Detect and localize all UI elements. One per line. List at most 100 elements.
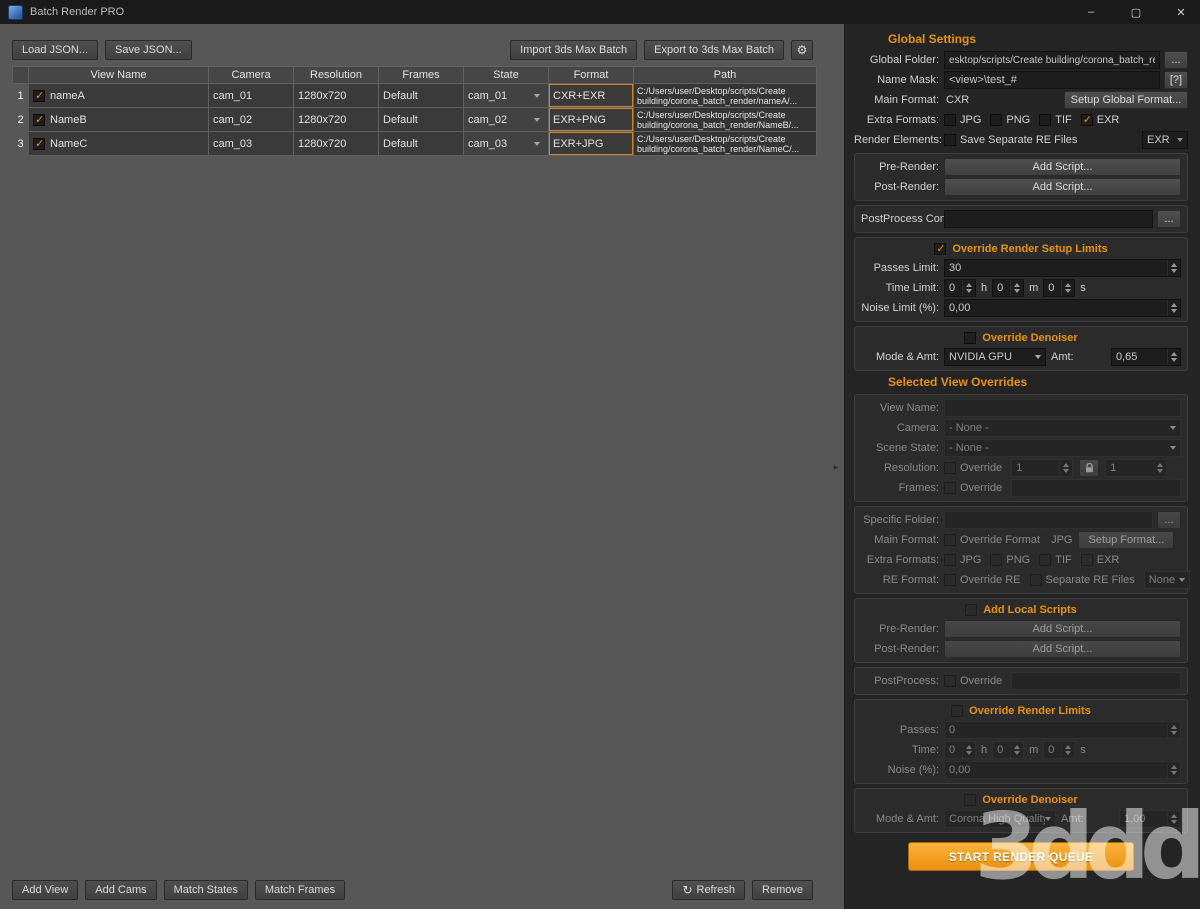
row-enabled-checkbox[interactable] — [33, 137, 45, 150]
separate-re-files-checkbox[interactable] — [1029, 574, 1042, 586]
table-row[interactable]: 1 nameA cam_01 1280x720 Default cam_01 C… — [13, 83, 817, 108]
export-3dsmax-batch-button[interactable]: Export to 3ds Max Batch — [644, 40, 784, 60]
local-override-denoiser-checkbox[interactable] — [964, 793, 977, 806]
aspect-lock-button[interactable] — [1079, 459, 1100, 477]
cell-resolution[interactable]: 1280x720 — [293, 107, 379, 132]
frames-input[interactable] — [1011, 479, 1181, 497]
override-format-checkbox[interactable] — [944, 534, 956, 546]
add-local-scripts-checkbox[interactable] — [965, 603, 978, 616]
local-post-render-add-script-button[interactable]: Add Script... — [944, 640, 1181, 658]
setup-global-format-button[interactable]: Setup Global Format... — [1064, 91, 1188, 109]
denoiser-amt-spinner[interactable]: 0,65 — [1111, 348, 1181, 366]
column-header-path[interactable]: Path — [633, 66, 817, 84]
local-pre-render-add-script-button[interactable]: Add Script... — [944, 620, 1181, 638]
cell-resolution[interactable]: 1280x720 — [293, 131, 379, 156]
load-json-button[interactable]: Load JSON... — [12, 40, 99, 60]
cell-path[interactable]: C:/Users/user/Desktop/scripts/Create bui… — [633, 131, 817, 156]
table-row[interactable]: 3 NameC cam_03 1280x720 Default cam_03 E… — [13, 131, 817, 156]
save-json-button[interactable]: Save JSON... — [105, 40, 192, 60]
spinner-arrows-icon[interactable] — [962, 742, 975, 758]
row-number[interactable]: 2 — [13, 108, 29, 132]
spinner-arrows-icon[interactable] — [1061, 280, 1074, 296]
cell-format[interactable]: EXR+JPG — [548, 131, 634, 156]
cell-state-dropdown[interactable]: cam_03 — [463, 131, 549, 156]
spinner-arrows-icon[interactable] — [1167, 722, 1180, 738]
add-view-button[interactable]: Add View — [12, 880, 79, 900]
cell-format[interactable]: CXR+EXR — [548, 83, 634, 108]
import-3dsmax-batch-button[interactable]: Import 3ds Max Batch — [510, 40, 638, 60]
cell-frames[interactable]: Default — [378, 131, 464, 156]
spinner-arrows-icon[interactable] — [1010, 742, 1023, 758]
scene-state-dropdown[interactable]: - None - — [944, 439, 1181, 457]
local-postprocess-input[interactable] — [1011, 672, 1181, 690]
override-denoiser-checkbox[interactable] — [964, 331, 977, 344]
spinner-arrows-icon[interactable] — [1167, 300, 1180, 316]
time-limit-seconds-spinner[interactable]: 0 — [1043, 279, 1076, 297]
time-minutes-spinner[interactable]: 0 — [992, 741, 1025, 759]
match-frames-button[interactable]: Match Frames — [254, 880, 346, 900]
local-denoiser-amt-spinner[interactable]: 1,00 — [1119, 810, 1181, 828]
cell-view-name[interactable]: nameA — [28, 83, 209, 108]
tif-checkbox[interactable] — [1039, 114, 1052, 126]
spinner-arrows-icon[interactable] — [1167, 260, 1180, 276]
cell-state-dropdown[interactable]: cam_02 — [463, 107, 549, 132]
override-render-limits-checkbox[interactable] — [951, 704, 964, 717]
minimize-button[interactable]: – — [1072, 0, 1110, 24]
post-render-add-script-button[interactable]: Add Script... — [944, 178, 1181, 196]
camera-dropdown[interactable]: - None - — [944, 419, 1181, 437]
global-folder-browse-button[interactable]: ... — [1164, 51, 1188, 69]
column-header-camera[interactable]: Camera — [208, 66, 294, 84]
spinner-arrows-icon[interactable] — [1010, 280, 1023, 296]
specific-folder-input[interactable] — [944, 511, 1153, 529]
close-button[interactable]: ✕ — [1162, 0, 1200, 24]
postprocess-conf-browse-button[interactable]: ... — [1157, 210, 1181, 228]
exr-checkbox[interactable] — [1080, 113, 1093, 126]
jpg-checkbox[interactable] — [944, 114, 956, 126]
override-exr-checkbox[interactable] — [1080, 554, 1093, 566]
frames-override-checkbox[interactable] — [944, 482, 956, 494]
start-render-queue-button[interactable]: START RENDER QUEUE — [908, 842, 1134, 871]
cell-path[interactable]: C:/Users/user/Desktop/scripts/Create bui… — [633, 83, 817, 108]
spinner-arrows-icon[interactable] — [1167, 349, 1180, 365]
local-denoiser-mode-dropdown[interactable]: Corona High Quality — [944, 810, 1056, 828]
cell-resolution[interactable]: 1280x720 — [293, 83, 379, 108]
cell-frames[interactable]: Default — [378, 107, 464, 132]
resolution-height-spinner[interactable]: 1 — [1105, 459, 1168, 477]
time-hours-spinner[interactable]: 0 — [944, 741, 976, 759]
settings-gear-button[interactable]: ⚙ — [791, 40, 813, 60]
cell-state-dropdown[interactable]: cam_01 — [463, 83, 549, 108]
remove-button[interactable]: Remove — [752, 880, 813, 900]
cell-camera[interactable]: cam_03 — [208, 131, 294, 156]
spinner-arrows-icon[interactable] — [962, 280, 975, 296]
cell-format[interactable]: EXR+PNG — [548, 107, 634, 132]
column-header-frames[interactable]: Frames — [378, 66, 464, 84]
override-jpg-checkbox[interactable] — [944, 554, 956, 566]
row-enabled-checkbox[interactable] — [33, 89, 45, 102]
column-header-format[interactable]: Format — [548, 66, 634, 84]
row-enabled-checkbox[interactable] — [33, 113, 45, 126]
cell-path[interactable]: C:/Users/user/Desktop/scripts/Create bui… — [633, 107, 817, 132]
passes-limit-spinner[interactable]: 30 — [944, 259, 1181, 277]
override-re-checkbox[interactable] — [944, 574, 956, 586]
name-mask-help-button[interactable]: [?] — [1164, 71, 1188, 89]
time-limit-minutes-spinner[interactable]: 0 — [992, 279, 1025, 297]
override-tif-checkbox[interactable] — [1039, 554, 1052, 566]
override-limits-checkbox[interactable] — [934, 242, 947, 255]
time-seconds-spinner[interactable]: 0 — [1043, 741, 1076, 759]
time-limit-hours-spinner[interactable]: 0 — [944, 279, 976, 297]
specific-folder-browse-button[interactable]: ... — [1157, 511, 1181, 529]
noise-limit-spinner[interactable]: 0,00 — [944, 299, 1181, 317]
cell-view-name[interactable]: NameB — [28, 107, 209, 132]
spinner-arrows-icon[interactable] — [1059, 460, 1072, 476]
spinner-arrows-icon[interactable] — [1167, 811, 1180, 827]
panel-collapse-handle[interactable]: ▸ — [831, 460, 841, 474]
global-folder-input[interactable] — [944, 51, 1160, 69]
row-number[interactable]: 1 — [13, 84, 29, 108]
png-checkbox[interactable] — [990, 114, 1003, 126]
setup-format-button[interactable]: Setup Format... — [1078, 531, 1175, 549]
refresh-button[interactable]: ↻ Refresh — [672, 880, 746, 900]
column-header-resolution[interactable]: Resolution — [293, 66, 379, 84]
match-states-button[interactable]: Match States — [163, 880, 248, 900]
maximize-button[interactable]: ▢ — [1117, 0, 1155, 24]
spinner-arrows-icon[interactable] — [1153, 460, 1166, 476]
